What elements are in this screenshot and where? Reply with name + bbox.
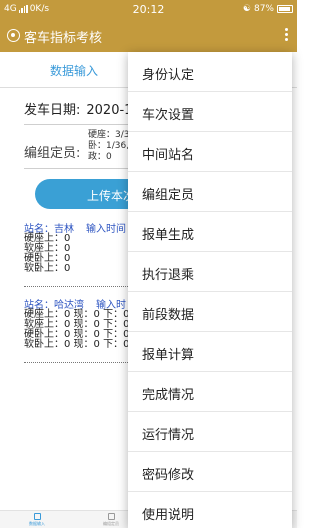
battery-percent: 87% — [253, 4, 274, 14]
station-data-line: 软卧上：0 现：0 下：0 — [24, 339, 130, 350]
departure-date-row[interactable]: 发车日期: 2020-1 — [24, 99, 132, 118]
menu-item-label: 身份认定 — [142, 68, 195, 83]
tab-data-input[interactable]: 数据输入 — [0, 62, 148, 79]
status-bar: 4G 0K/s 20:12 ☯ 87% — [0, 0, 297, 20]
menu-item-label: 密码修改 — [142, 468, 195, 483]
menu-item-help[interactable]: 使用说明 — [128, 492, 292, 528]
station-data: 硬座上：0 现：0 下：0 软座上：0 现：0 下：0 硬卧上：0 现：0 下：… — [24, 310, 129, 350]
menu-item-completion[interactable]: 完成情况 — [128, 372, 292, 412]
menu-item-report-generate[interactable]: 报单生成 — [128, 212, 292, 252]
station-data-line: 软卧上：0 — [24, 263, 71, 274]
menu-item-middle-station[interactable]: 中间站名 — [128, 132, 292, 172]
overflow-menu-icon[interactable] — [285, 28, 289, 41]
menu-item-label: 中间站名 — [142, 148, 195, 163]
menu-item-label: 运行情况 — [142, 428, 195, 443]
station-input-time: 输入时间 — [86, 224, 126, 235]
menu-item-label: 报单计算 — [142, 348, 195, 363]
departure-date-label: 发车日期: — [24, 103, 81, 118]
bottom-nav-label: 数据输入 — [29, 521, 45, 526]
crew-detail-line: 硬座：3/3 — [88, 130, 130, 140]
menu-item-label: 前段数据 — [142, 308, 195, 323]
menu-item-train-settings[interactable]: 车次设置 — [128, 92, 292, 132]
menu-item-label: 报单生成 — [142, 228, 195, 243]
person-icon — [107, 513, 115, 520]
app-bar: 客车指标考核 — [0, 20, 297, 52]
status-right: ☯ 87% — [243, 4, 293, 14]
crew-details: 硬座：3/3 卧：1/36, 政：0 — [88, 130, 130, 163]
departure-date-value: 2020-1 — [86, 103, 133, 118]
menu-item-label: 编组定员 — [142, 188, 195, 203]
battery-icon — [277, 5, 293, 13]
menu-item-label: 车次设置 — [142, 108, 195, 123]
wifi-icon: ☯ — [242, 4, 251, 14]
crew-detail-line: 卧：1/36, — [88, 141, 130, 151]
menu-item-report-calc[interactable]: 报单计算 — [128, 332, 292, 372]
crew-label: 编组定员: — [24, 146, 81, 161]
menu-item-run-status[interactable]: 运行情况 — [128, 412, 292, 452]
menu-item-label: 执行退乘 — [142, 268, 195, 283]
app-title: 客车指标考核 — [24, 31, 103, 46]
menu-item-identity[interactable]: 身份认定 — [128, 52, 292, 92]
list-icon — [33, 513, 41, 520]
crew-detail-line: 政：0 — [88, 152, 112, 162]
bottom-nav-data-input[interactable]: 数据输入 — [0, 512, 74, 527]
bottom-nav-label: 编组定员 — [103, 521, 119, 526]
menu-item-crew-quota[interactable]: 编组定员 — [128, 172, 292, 212]
menu-item-label: 完成情况 — [142, 388, 195, 403]
menu-item-previous-data[interactable]: 前段数据 — [128, 292, 292, 332]
menu-item-password[interactable]: 密码修改 — [128, 452, 292, 492]
overflow-menu: 身份认定 车次设置 中间站名 编组定员 报单生成 执行退乘 前段数据 报单计算 … — [128, 52, 292, 528]
app-logo-icon — [7, 29, 20, 42]
menu-item-label: 使用说明 — [142, 508, 195, 523]
station-data: 硬座上：0 软座上：0 硬卧上：0 软卧上：0 — [24, 234, 70, 274]
menu-item-execute-refund[interactable]: 执行退乘 — [128, 252, 292, 292]
